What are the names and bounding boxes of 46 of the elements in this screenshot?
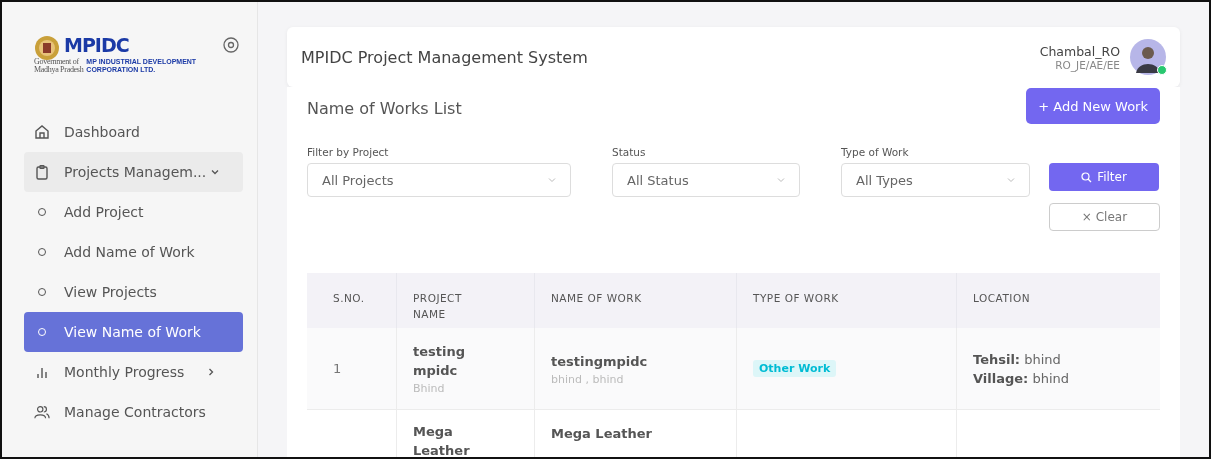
work-location: bhind , bhind (551, 372, 625, 386)
chevron-down-icon (1007, 177, 1015, 183)
sidebar-item[interactable]: Manage Contractors (24, 392, 243, 432)
clipboard-icon (34, 164, 50, 180)
circle-icon (37, 287, 47, 297)
project-location: Bhind (413, 382, 446, 395)
project-name: Mega Leather (413, 423, 471, 457)
filter-dropdown[interactable]: All Projects (307, 163, 571, 197)
filter-dropdown[interactable]: All Status (612, 163, 800, 197)
column-header: LOCATION (972, 291, 1032, 306)
filter-label: Type of Work (841, 146, 910, 158)
chevron-down-icon (777, 177, 785, 183)
circle-icon (37, 207, 47, 217)
user-avatar[interactable] (1130, 39, 1166, 75)
sidebar-item[interactable]: Dashboard (24, 112, 243, 152)
sidebar-item[interactable]: View Projects (24, 272, 243, 312)
search-icon (1081, 171, 1093, 183)
users-icon (34, 404, 50, 420)
sidebar-item[interactable]: Monthly Progress (24, 352, 243, 392)
location-line: Tehsil: bhind (973, 350, 1062, 369)
circle-icon (37, 327, 47, 337)
user-name: Chambal_RO (1039, 43, 1120, 59)
clear-button[interactable]: × Clear (1049, 203, 1160, 231)
work-name: Mega Leather (551, 425, 653, 443)
location-line: Village: bhind (973, 369, 1071, 388)
sidebar-item[interactable]: Add Name of Work (24, 232, 243, 272)
add-new-work-button[interactable]: + Add New Work (1026, 88, 1160, 124)
chevron-down-icon (548, 177, 556, 183)
circle-icon (37, 247, 47, 257)
work-type-tag: Other Work (753, 360, 837, 377)
work-name: testingmpidc (551, 352, 649, 371)
sidebar-item[interactable]: Add Project (24, 192, 243, 232)
filter-label: Filter by Project (307, 146, 390, 158)
sidebar-item[interactable]: Projects Managem... (24, 152, 243, 192)
user-role: RO_JE/AE/EE (1055, 58, 1120, 71)
app-title: MPIDC Project Management System (301, 47, 588, 67)
radio-toggle-icon[interactable] (223, 37, 239, 53)
sidebar-item[interactable]: View Name of Work (24, 312, 243, 352)
page-title: Name of Works List (307, 99, 462, 118)
table-cell-text: 1 (333, 361, 343, 376)
filter-button[interactable]: Filter (1049, 163, 1159, 191)
filter-label: Status (612, 146, 647, 158)
home-icon (34, 124, 50, 140)
filter-dropdown[interactable]: All Types (841, 163, 1030, 197)
project-name: testing mpidc (413, 343, 466, 380)
chevron-down-icon (210, 167, 221, 177)
